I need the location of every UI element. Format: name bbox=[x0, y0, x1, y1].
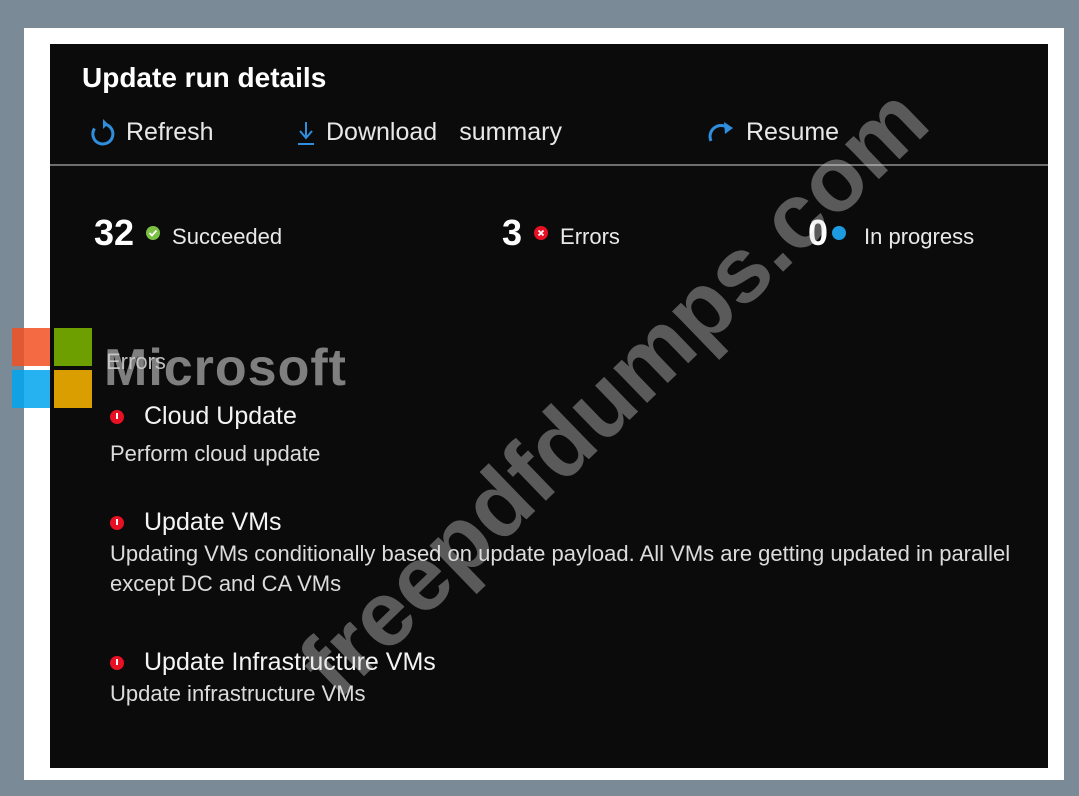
microsoft-logo-icon bbox=[12, 328, 92, 408]
in-progress-icon bbox=[832, 226, 847, 240]
error-item-cloud-update: Cloud Update Perform cloud update bbox=[110, 402, 1030, 469]
succeeded-count: 32 bbox=[94, 212, 135, 253]
microsoft-wordmark: Microsoft bbox=[104, 339, 347, 397]
resume-label: Resume bbox=[746, 118, 840, 146]
error-item-title: Update Infrastructure VMs bbox=[144, 648, 436, 676]
toolbar: Refresh Download summary Resume bbox=[90, 118, 1030, 154]
toolbar-divider bbox=[50, 164, 1048, 166]
in-progress-count: 0 bbox=[808, 212, 829, 253]
stat-in-progress: 0 In progress bbox=[808, 212, 974, 254]
error-item-description: Update infrastructure VMs bbox=[110, 681, 366, 706]
download-icon bbox=[298, 121, 314, 145]
error-icon bbox=[110, 655, 124, 670]
summary-label: summary bbox=[459, 118, 562, 146]
stat-errors: 3 Errors bbox=[502, 212, 620, 254]
errors-count: 3 bbox=[502, 212, 523, 253]
download-label: Download bbox=[326, 118, 438, 146]
refresh-button[interactable]: Refresh bbox=[90, 118, 214, 147]
error-item-title: Update VMs bbox=[144, 508, 282, 536]
succeeded-label: Succeeded bbox=[172, 224, 283, 249]
page-title: Update run details bbox=[82, 62, 327, 93]
error-item-update-infrastructure-vms: Update Infrastructure VMs Update infrast… bbox=[110, 648, 1030, 709]
error-icon bbox=[110, 515, 124, 530]
download-summary-button[interactable]: Download summary bbox=[296, 118, 562, 147]
resume-button[interactable]: Resume bbox=[706, 118, 839, 147]
error-item-description: Updating VMs conditionally based on upda… bbox=[110, 541, 1011, 596]
refresh-label: Refresh bbox=[126, 118, 214, 146]
checkmark-icon bbox=[146, 226, 161, 240]
resume-icon bbox=[708, 121, 733, 142]
stat-succeeded: 32 Succeeded bbox=[94, 212, 282, 254]
errors-label: Errors bbox=[560, 224, 620, 249]
refresh-icon bbox=[91, 118, 115, 145]
error-item-update-vms: Update VMs Updating VMs conditionally ba… bbox=[110, 508, 1030, 599]
in-progress-label: In progress bbox=[864, 224, 975, 249]
error-icon bbox=[110, 409, 124, 424]
microsoft-logo-overlay: Microsoft bbox=[12, 328, 347, 408]
error-item-description: Perform cloud update bbox=[110, 441, 321, 466]
error-x-icon bbox=[534, 226, 549, 240]
